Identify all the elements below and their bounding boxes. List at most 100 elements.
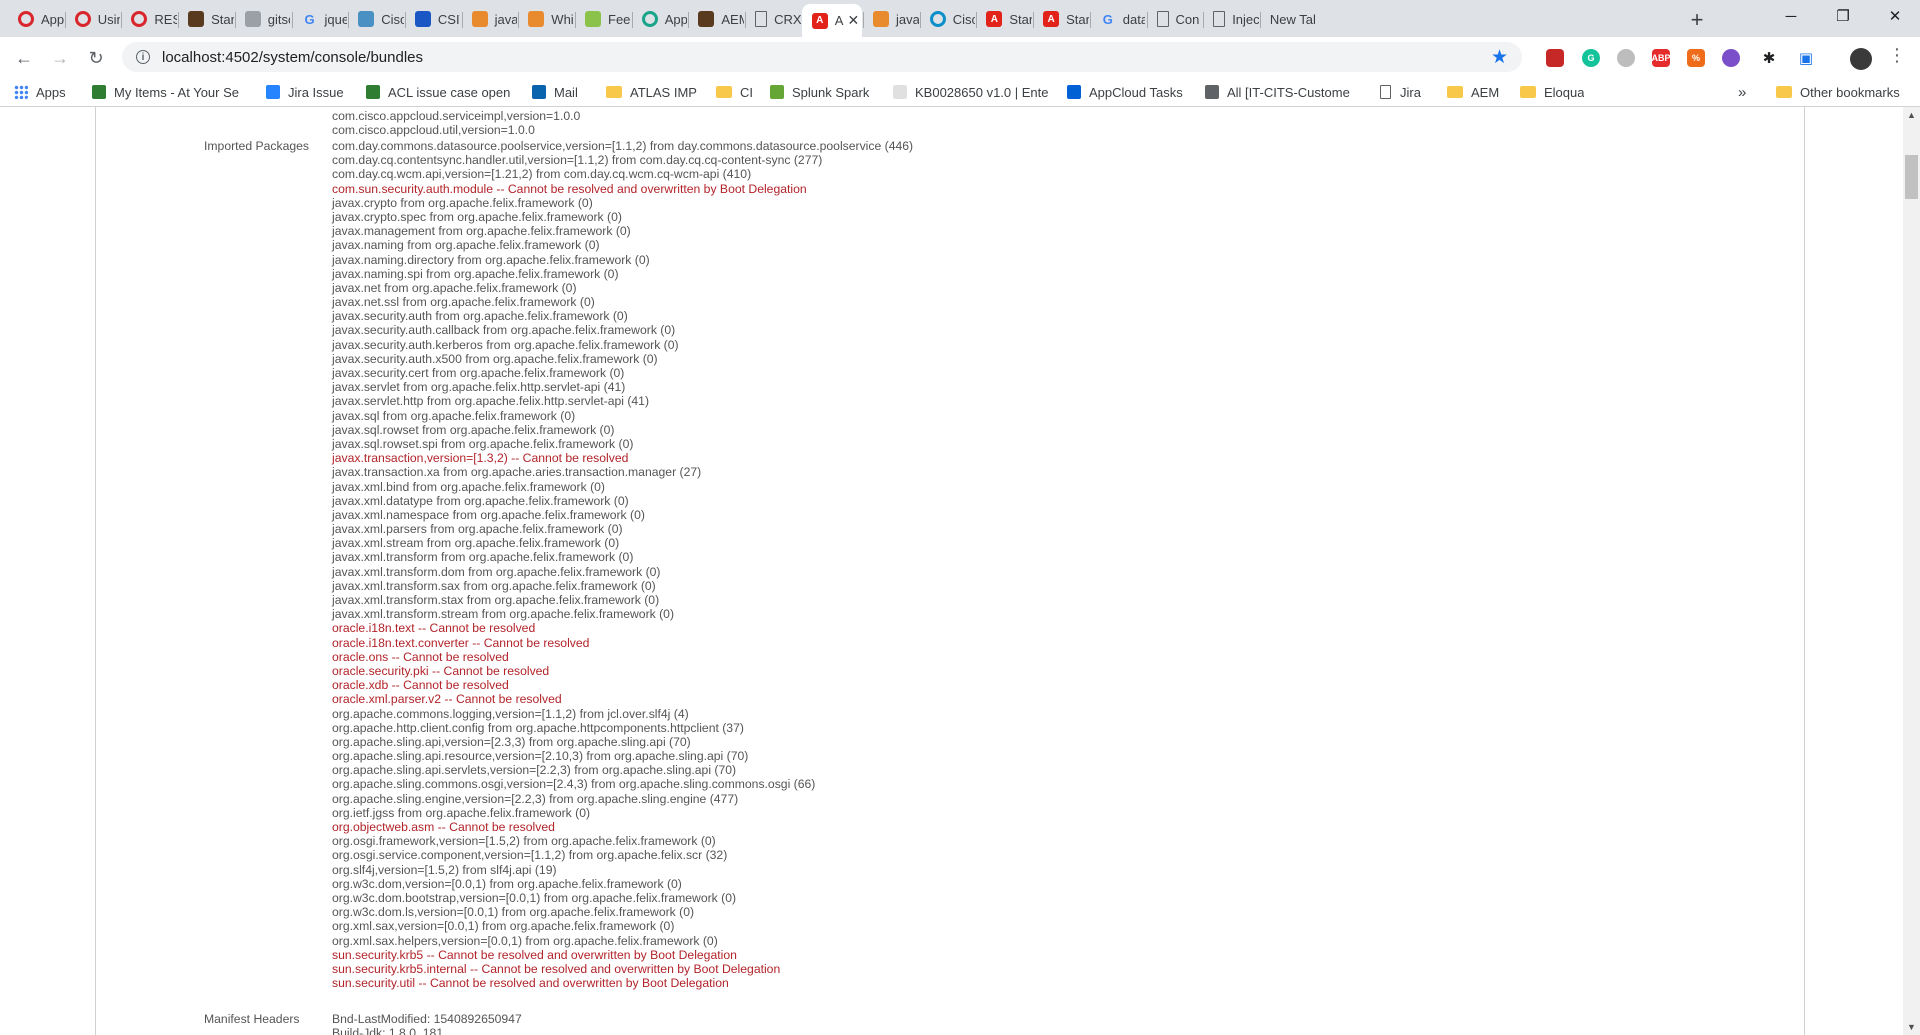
shield-icon [414,11,431,27]
tab-20[interactable]: Con [1146,4,1203,34]
opera-icon [131,11,148,27]
scroll-up-icon[interactable]: ▲ [1907,110,1916,120]
package-line: org.apache.http.client.config from org.a… [332,720,744,735]
window-icon[interactable]: ▣ [1797,49,1815,67]
close-tab-icon[interactable]: ✕ [843,12,859,29]
bookmark-2[interactable]: Jira Issue [266,83,344,101]
bookmark-3[interactable]: ACL issue case open [366,83,510,101]
tab-17[interactable]: A Start [976,4,1032,34]
tab-22[interactable]: New Tab [1259,4,1315,34]
apps-grid-icon [14,85,28,99]
bookmark-label: ACL issue case open [388,84,511,100]
bookmark-0[interactable]: Apps [14,83,66,101]
package-line: com.day.cq.contentsync.handler.util,vers… [332,153,823,168]
package-line: javax.security.cert from org.apache.feli… [332,366,625,380]
other-bookmarks-folder[interactable]: Other bookmarks [1776,83,1900,101]
adblock-icon[interactable]: ABP [1652,49,1671,67]
folder-icon [1447,86,1463,98]
tab-15[interactable]: java [863,4,919,34]
percent-icon[interactable]: % [1687,49,1705,67]
unresolved-package-line: org.objectweb.asm -- Cannot be resolved [332,820,555,834]
package-line: javax.net.ssl from org.apache.felix.fram… [332,295,595,310]
bookmark-star-icon[interactable]: ★ [1491,46,1508,69]
leaf-icon [585,11,601,27]
tab-label: AEM [721,11,744,27]
bookmark-1[interactable]: My Items - At Your Se [92,83,239,101]
reload-button[interactable]: ↻ [81,43,111,73]
tab-4[interactable]: gitsc [234,4,290,34]
url-text[interactable]: localhost:4502/system/console/bundles [162,49,423,66]
tab-label: Injec [1232,11,1259,27]
info-icon[interactable]: i [136,50,150,64]
tab-3[interactable]: Start [178,4,234,34]
bookmark-6[interactable]: CI [716,83,753,101]
unresolved-package-line: com.sun.security.auth.module -- Cannot b… [332,181,807,196]
restore-button[interactable]: ❐ [1820,0,1866,32]
reload-icon: ↻ [88,47,104,68]
bookmarks-overflow-button[interactable]: » [1738,83,1746,101]
tab-2[interactable]: REST [121,4,177,34]
tab-18[interactable]: A Start [1033,4,1089,34]
cisco-icon [92,85,106,99]
address-bar[interactable]: i localhost:4502/system/console/bundles … [122,42,1522,72]
forward-button[interactable]: → [45,43,75,73]
tab-label: REST [154,11,177,27]
color-wheel-icon[interactable] [1722,49,1740,67]
tab-0[interactable]: App [8,4,64,34]
tab-16[interactable]: Cisc [919,4,975,34]
bookmark-12[interactable]: AEM [1447,83,1499,101]
package-line: com.cisco.appcloud.util,version=1.0.0 [332,123,535,138]
cisco-icon [366,85,380,99]
tab-21[interactable]: Injec [1203,4,1259,34]
tab-11[interactable]: App [631,4,687,34]
bookmark-5[interactable]: ATLAS IMP [606,83,697,101]
unresolved-package-line: oracle.i18n.text.converter -- Cannot be … [332,635,590,650]
tab-8[interactable]: java [461,4,517,34]
tab-7[interactable]: CSIT [404,4,460,34]
accessibility-icon[interactable]: ✱ [1760,49,1778,67]
unresolved-package-line: sun.security.util -- Cannot be resolved … [332,976,729,991]
back-button[interactable]: ← [9,43,39,73]
package-line: org.w3c.dom.ls,version=[0.0,1) from org.… [332,905,695,920]
tab-10[interactable]: Feed [575,4,631,34]
menu-icon[interactable]: ⋮ [1888,45,1906,66]
new-tab-button[interactable]: + [1683,6,1711,34]
close-window-button[interactable]: ✕ [1872,0,1918,32]
page-viewport: com.cisco.appcloud.serviceimpl,version=1… [0,107,1903,1035]
bookmark-label: KB0028650 v1.0 | Ente [915,84,1049,100]
puzzle-icon [244,11,261,27]
bookmark-8[interactable]: KB0028650 v1.0 | Ente [893,83,1048,101]
bookmark-9[interactable]: AppCloud Tasks [1067,83,1183,101]
package-line: javax.security.auth from org.apache.feli… [332,309,628,324]
tab-14[interactable]: A A ✕ [801,4,862,37]
tab-label: A [834,13,844,28]
outlook-icon [532,85,546,99]
grammarly-icon[interactable]: G [1582,49,1600,67]
bookmark-10[interactable]: All [IT-CITS-Custome [1205,83,1350,101]
tab-13[interactable]: CRX [745,4,801,34]
scroll-down-icon[interactable]: ▼ [1907,1022,1916,1032]
opera-icon [18,11,34,27]
package-line: javax.xml.namespace from org.apache.feli… [332,507,645,522]
bookmark-7[interactable]: Splunk Spark [770,83,869,101]
tab-9[interactable]: Whi [518,4,574,34]
bookmark-label: Jira [1400,84,1421,100]
bookmark-11[interactable]: Jira [1380,83,1421,101]
bookmark-red-icon[interactable] [1546,49,1564,67]
vertical-scrollbar[interactable]: ▲ ▼ [1903,107,1920,1035]
imported-packages-list: com.day.commons.datasource.poolservice,v… [332,139,913,990]
package-line: org.apache.sling.engine,version=[2.2,3) … [332,791,739,806]
minimize-button[interactable]: ─ [1768,0,1814,32]
tab-12[interactable]: AEM [688,4,744,34]
tab-6[interactable]: Cisc [348,4,404,34]
avatar[interactable] [1850,48,1872,70]
bookmark-13[interactable]: Eloqua [1520,83,1584,101]
scrollbar-thumb[interactable] [1905,155,1918,199]
adobe-icon: A [811,12,828,29]
tab-1[interactable]: Usin [64,4,120,34]
tab-5[interactable]: Gjque [291,4,347,34]
grey-circle-icon[interactable] [1617,49,1635,67]
tab-19[interactable]: Gdata [1089,4,1145,34]
bookmark-4[interactable]: Mail [532,83,578,101]
package-line: javax.xml.stream from org.apache.felix.f… [332,536,620,551]
